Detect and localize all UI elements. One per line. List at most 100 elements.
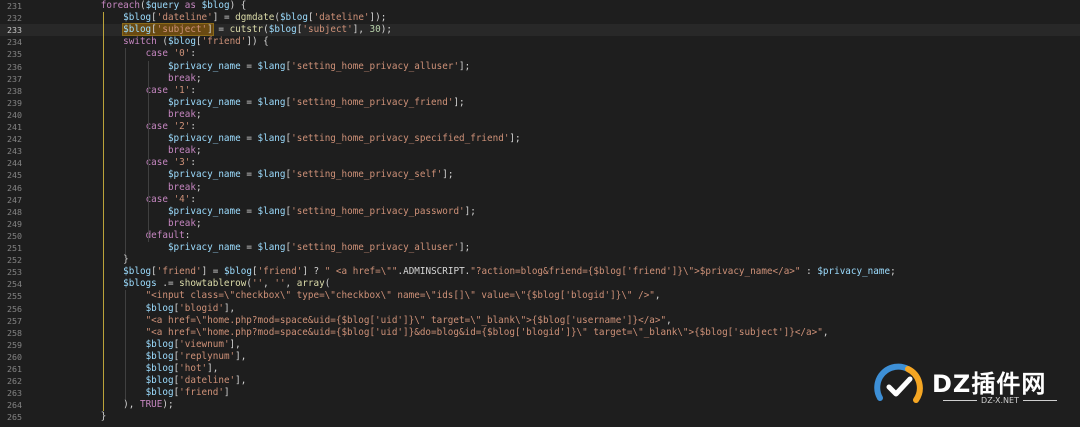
code-text[interactable]: $blog['subject'] = cutstr($blog['subject… xyxy=(56,23,392,37)
code-text[interactable]: } xyxy=(56,254,129,266)
code-line[interactable]: 240 break; xyxy=(0,109,1080,121)
code-text[interactable]: $blog['dateline'] = dgmdate($blog['datel… xyxy=(56,12,386,24)
line-number: 241 xyxy=(7,122,22,132)
code-text[interactable]: break; xyxy=(56,73,202,85)
code-line[interactable]: 257 "<a href=\"home.php?mod=space&uid={$… xyxy=(0,315,1080,327)
code-text[interactable]: ), TRUE); xyxy=(56,399,173,411)
code-line[interactable]: 237 break; xyxy=(0,73,1080,85)
code-line[interactable]: 245 $privacy_name = $lang['setting_home_… xyxy=(0,169,1080,181)
code-text[interactable]: $privacy_name = $lang['setting_home_priv… xyxy=(56,242,470,254)
code-text[interactable]: $privacy_name = $lang['setting_home_priv… xyxy=(56,97,465,109)
code-text[interactable]: break; xyxy=(56,182,202,194)
line-number: 233 xyxy=(7,25,22,36)
line-number: 238 xyxy=(7,85,22,96)
line-number: 259 xyxy=(7,339,22,350)
code-text[interactable]: default: xyxy=(56,230,191,242)
code-text[interactable]: break; xyxy=(56,145,202,157)
code-line[interactable]: 258 "<a href=\"home.php?mod=space&uid={$… xyxy=(0,327,1080,339)
code-line[interactable]: 253 $blog['friend'] = $blog['friend'] ? … xyxy=(0,266,1080,278)
code-line[interactable]: 239 $privacy_name = $lang['setting_home_… xyxy=(0,97,1080,109)
line-number: 258 xyxy=(7,327,22,338)
code-line[interactable]: 231 foreach($query as $blog) { xyxy=(0,0,1080,12)
code-text[interactable]: $blog['friend'] = $blog['friend'] ? " <a… xyxy=(56,266,896,278)
code-line[interactable]: 255 "<input class=\"checkbox\" type=\"ch… xyxy=(0,290,1080,302)
code-text[interactable]: "<input class=\"checkbox\" type=\"checkb… xyxy=(56,290,661,302)
line-number: 254 xyxy=(7,279,22,290)
line-number: 261 xyxy=(7,364,22,374)
code-line[interactable]: 248 $privacy_name = $lang['setting_home_… xyxy=(0,206,1080,218)
line-number: 239 xyxy=(7,97,22,108)
code-text[interactable]: $blog['viewnum'], xyxy=(56,339,241,351)
code-line[interactable]: 259 $blog['viewnum'], xyxy=(0,339,1080,351)
indent-guide xyxy=(125,290,127,400)
line-number: 256 xyxy=(7,303,22,314)
line-number: 240 xyxy=(7,109,22,120)
code-line[interactable]: 256 $blog['blogid'], xyxy=(0,303,1080,315)
code-text[interactable]: $privacy_name = $lang['setting_home_priv… xyxy=(56,206,476,218)
line-number: 251 xyxy=(7,243,22,253)
code-text[interactable]: $privacy_name = $lang['setting_home_priv… xyxy=(56,169,454,181)
indent-guide xyxy=(102,12,104,412)
code-line[interactable]: 252 } xyxy=(0,254,1080,266)
line-number: 257 xyxy=(7,315,22,326)
code-text[interactable]: $blog['hot'], xyxy=(56,363,219,375)
code-line[interactable]: 236 $privacy_name = $lang['setting_home_… xyxy=(0,61,1080,73)
watermark-subtitle: DZ-X.NET xyxy=(932,396,1068,405)
line-number: 237 xyxy=(7,73,22,84)
line-number: 247 xyxy=(7,194,22,205)
line-number: 246 xyxy=(7,182,22,193)
code-text[interactable]: $blog['friend'] xyxy=(56,387,230,399)
line-number: 244 xyxy=(7,158,22,169)
line-number: 231 xyxy=(7,1,22,11)
code-line[interactable]: 241 case '2': xyxy=(0,121,1080,133)
code-text[interactable]: "<a href=\"home.php?mod=space&uid={$blog… xyxy=(56,315,672,327)
code-text[interactable]: break; xyxy=(56,109,202,121)
indent-guide xyxy=(147,60,149,242)
line-number: 235 xyxy=(7,49,22,60)
code-line[interactable]: 238 case '1': xyxy=(0,85,1080,97)
code-text[interactable]: "<a href=\"home.php?mod=space&uid={$blog… xyxy=(56,327,829,339)
line-number: 245 xyxy=(7,170,22,181)
line-number: 263 xyxy=(7,388,22,399)
code-text[interactable]: break; xyxy=(56,218,202,230)
line-number: 242 xyxy=(7,134,22,145)
code-text[interactable]: $privacy_name = $lang['setting_home_priv… xyxy=(56,61,470,73)
code-line[interactable]: 233 $blog['subject'] = cutstr($blog['sub… xyxy=(0,23,1080,37)
code-line[interactable]: 242 $privacy_name = $lang['setting_home_… xyxy=(0,133,1080,145)
line-number: 243 xyxy=(7,146,22,157)
line-number: 232 xyxy=(7,13,22,24)
code-line[interactable]: 247 case '4': xyxy=(0,194,1080,206)
code-line[interactable]: 232 $blog['dateline'] = dgmdate($blog['d… xyxy=(0,12,1080,24)
code-text[interactable]: } xyxy=(56,411,107,423)
code-line[interactable]: 246 break; xyxy=(0,182,1080,194)
line-number: 260 xyxy=(7,351,22,362)
code-text[interactable]: foreach($query as $blog) { xyxy=(56,0,247,12)
line-number: 248 xyxy=(7,206,22,217)
code-line[interactable]: 251 $privacy_name = $lang['setting_home_… xyxy=(0,242,1080,254)
code-line[interactable]: 249 break; xyxy=(0,218,1080,230)
line-number: 264 xyxy=(7,400,22,411)
line-number: 236 xyxy=(7,61,22,72)
indent-guide xyxy=(125,48,127,255)
line-number: 252 xyxy=(7,255,22,266)
line-number: 262 xyxy=(7,376,22,387)
code-line[interactable]: 243 break; xyxy=(0,145,1080,157)
code-line[interactable]: 244 case '3': xyxy=(0,157,1080,169)
code-line[interactable]: 235 case '0': xyxy=(0,48,1080,60)
line-number: 234 xyxy=(7,37,22,48)
line-number: 253 xyxy=(7,267,22,278)
watermark-logo: DZ插件网 DZ-X.NET xyxy=(872,358,1072,414)
code-text[interactable]: $blogs .= showtablerow('', '', array( xyxy=(56,278,330,290)
code-line[interactable]: 254 $blogs .= showtablerow('', '', array… xyxy=(0,278,1080,290)
code-text[interactable]: switch ($blog['friend']) { xyxy=(56,36,269,48)
code-line[interactable]: 234 switch ($blog['friend']) { xyxy=(0,36,1080,48)
code-text[interactable]: $blog['replynum'], xyxy=(56,351,247,363)
line-number: 255 xyxy=(7,291,22,302)
code-text[interactable]: $blog['blogid'], xyxy=(56,303,236,315)
dz-logo-icon xyxy=(874,363,923,403)
line-number: 265 xyxy=(7,412,22,423)
watermark-title: DZ插件网 xyxy=(932,370,1047,398)
code-text[interactable]: $blog['dateline'], xyxy=(56,375,247,387)
code-line[interactable]: 250 default: xyxy=(0,230,1080,242)
line-number: 249 xyxy=(7,218,22,229)
